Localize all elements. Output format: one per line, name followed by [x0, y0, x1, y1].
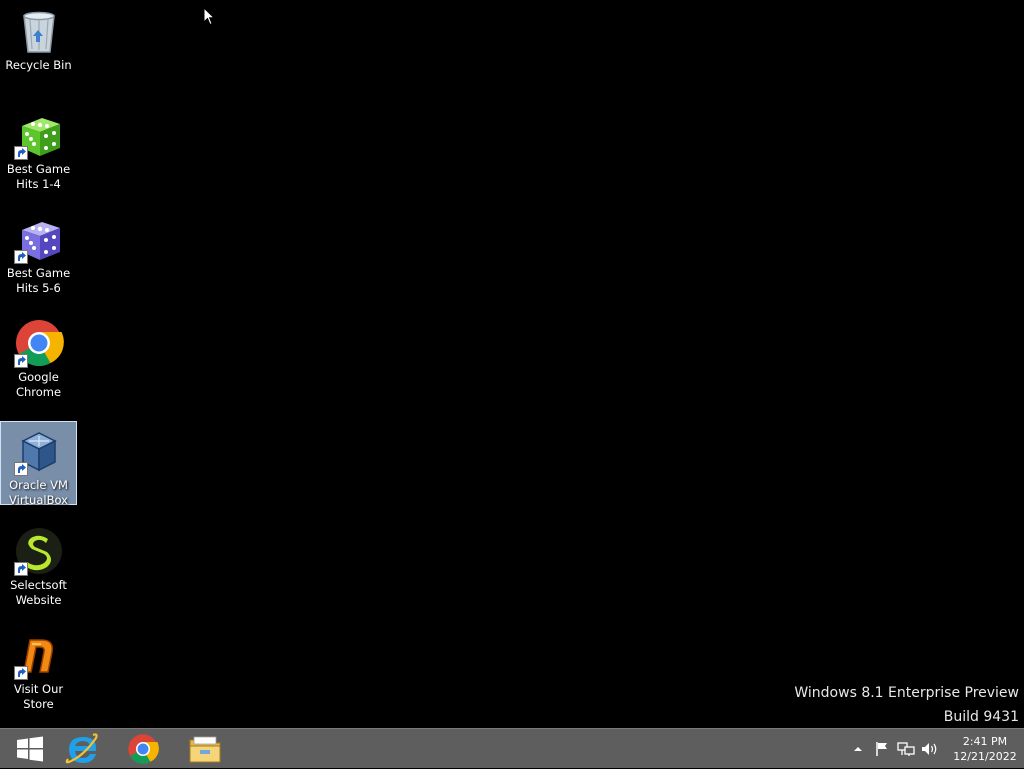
shortcut-arrow-icon — [13, 666, 28, 680]
watermark-edition: Windows 8.1 Enterprise Preview — [794, 685, 1019, 701]
shortcut-arrow-icon — [13, 562, 28, 576]
file-explorer-icon — [189, 736, 221, 763]
taskbar[interactable]: 2:41 PM 12/21/2022 — [0, 728, 1024, 768]
shortcut-arrow-icon — [13, 146, 28, 160]
shortcut-arrow-icon — [13, 354, 28, 368]
store-logo-icon — [13, 630, 64, 680]
shortcut-arrow-icon — [13, 250, 28, 264]
chrome-icon — [13, 318, 64, 368]
desktop-icon-best-game-hits-5-6[interactable]: Best Game Hits 5-6 — [0, 210, 77, 295]
show-hidden-icons-button[interactable] — [846, 729, 870, 769]
network-button[interactable] — [894, 729, 918, 769]
mouse-cursor-icon — [203, 6, 216, 30]
desktop-icon-label: Recycle Bin — [5, 58, 72, 72]
desktop-icon-oracle-vm-virtualbox[interactable]: Oracle VM VirtualBox — [0, 421, 77, 507]
taskbar-internet-explorer-button[interactable] — [52, 729, 112, 769]
network-icon — [897, 742, 915, 756]
shortcut-arrow-icon — [13, 462, 28, 476]
internet-explorer-icon — [65, 733, 98, 764]
virtualbox-icon — [13, 426, 64, 476]
volume-button[interactable] — [918, 729, 942, 769]
taskbar-chrome-button[interactable] — [113, 729, 173, 769]
chrome-icon — [128, 734, 159, 764]
desktop-icon-google-chrome[interactable]: Google Chrome — [0, 314, 77, 399]
desktop-icon-selectsoft-website[interactable]: Selectsoft Website — [0, 522, 77, 607]
watermark-build: Build 9431 — [943, 709, 1019, 725]
windows-version-watermark: Windows 8.1 Enterprise Preview Build 943… — [794, 681, 1019, 729]
clock-date: 12/21/2022 — [953, 750, 1017, 763]
selectsoft-logo-icon — [13, 526, 64, 576]
desktop-icon-best-game-hits-1-4[interactable]: Best Game Hits 1-4 — [0, 106, 77, 191]
green-dice-icon — [13, 110, 64, 160]
desktop-icon-label: Visit Our Store — [13, 682, 64, 711]
clock-time: 2:41 PM — [962, 735, 1008, 748]
chevron-up-icon — [854, 747, 862, 751]
system-tray: 2:41 PM 12/21/2022 — [846, 729, 1024, 769]
desktop-icon-label: Best Game Hits 5-6 — [6, 266, 71, 295]
start-button[interactable] — [0, 729, 60, 769]
action-center-button[interactable] — [870, 729, 894, 769]
taskbar-clock[interactable]: 2:41 PM 12/21/2022 — [946, 734, 1024, 764]
desktop-icon-label: Oracle VM VirtualBox — [9, 478, 68, 507]
start-icon — [17, 736, 43, 762]
desktop-icon-visit-our-store[interactable]: Visit Our Store — [0, 626, 77, 711]
taskbar-file-explorer-button[interactable] — [175, 729, 235, 769]
purple-dice-icon — [13, 214, 64, 264]
desktop-icon-recycle-bin[interactable]: Recycle Bin — [0, 2, 77, 86]
desktop[interactable]: Recycle Bin Best Game Hits 1-4 Best Game… — [0, 0, 1024, 728]
desktop-icon-label: Best Game Hits 1-4 — [6, 162, 71, 191]
desktop-icon-label: Selectsoft Website — [10, 578, 67, 607]
flag-icon — [876, 742, 887, 756]
recycle-bin-icon — [14, 6, 64, 56]
volume-icon — [922, 743, 937, 755]
desktop-icon-label: Google Chrome — [15, 370, 62, 399]
